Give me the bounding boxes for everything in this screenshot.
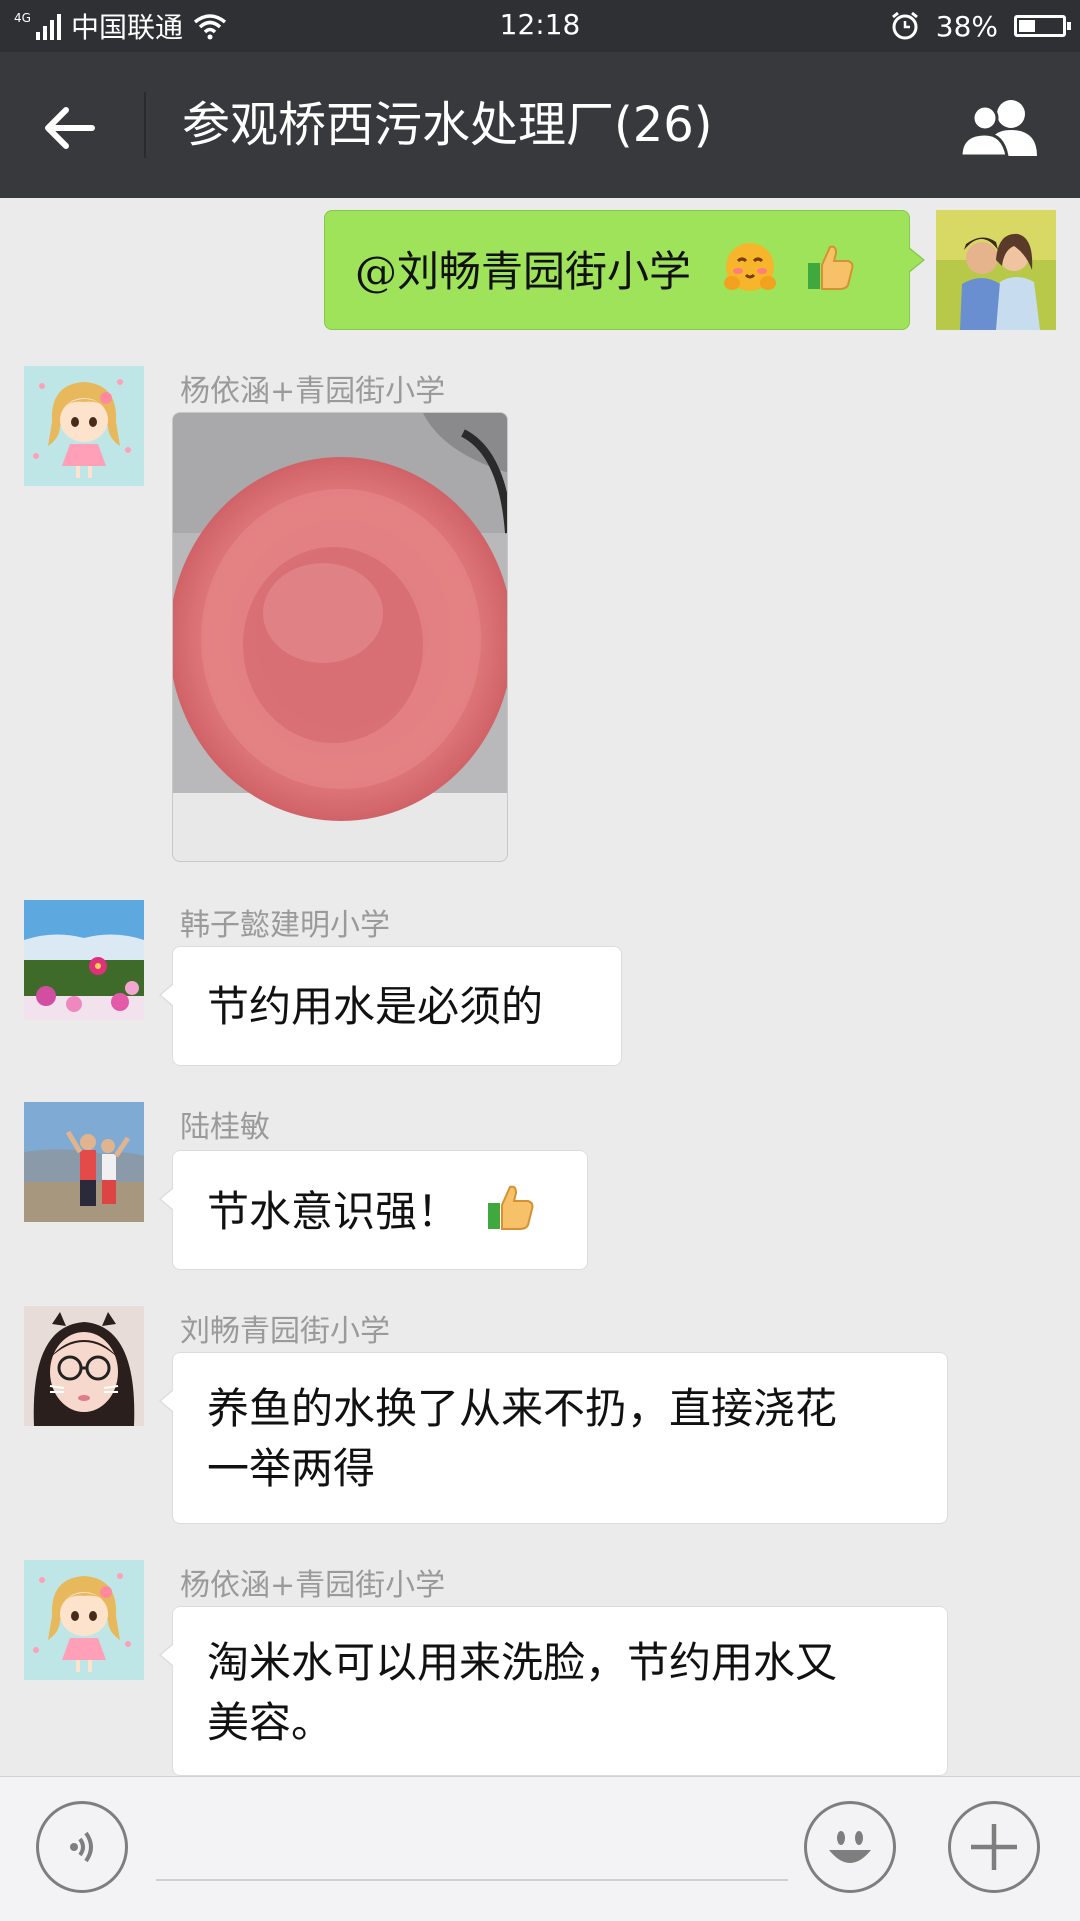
sender-name: 韩子懿建明小学 — [180, 908, 390, 943]
message-line: 一举两得 — [207, 1444, 376, 1493]
message-text: @刘畅青园街小学 — [355, 247, 692, 296]
status-right: 38% — [890, 6, 1071, 46]
battery-percent: 38% — [935, 9, 998, 43]
more-actions-button[interactable] — [948, 1801, 1040, 1893]
message-text: 节水意识强！ — [207, 1187, 460, 1236]
chat-title: 参观桥西污水处理厂(26) — [182, 97, 713, 153]
message-text: 节约用水是必须的 — [207, 982, 544, 1031]
status-bar: 4G 中国联通 12:18 38% — [0, 0, 1080, 52]
message-line: 养鱼的水换了从来不扔，直接浇花 — [207, 1384, 838, 1433]
hug-face-emoji — [722, 239, 778, 311]
message-bubble[interactable]: 养鱼的水换了从来不扔，直接浇花 一举两得 — [159, 1352, 948, 1524]
sender-avatar[interactable] — [24, 1560, 144, 1680]
arrow-left-icon — [45, 107, 95, 149]
sender-name: 杨依涵+青园街小学 — [180, 374, 446, 409]
sender-avatar[interactable] — [24, 1306, 144, 1426]
battery-icon — [1014, 15, 1071, 37]
group-members-icon — [959, 100, 1037, 158]
pink-plastic-basin-photo — [173, 413, 507, 861]
sender-avatar[interactable] — [24, 1102, 144, 1222]
plus-icon — [971, 1824, 1017, 1870]
sender-name: 陆桂敏 — [180, 1110, 270, 1145]
sender-avatar[interactable] — [24, 366, 144, 486]
smiley-icon — [829, 1831, 871, 1863]
emoji-button[interactable] — [804, 1801, 896, 1893]
battery-level-fill — [1019, 20, 1035, 32]
own-message-bubble[interactable]: @刘畅青园街小学 — [324, 210, 925, 330]
header-divider — [144, 92, 146, 158]
message-bubble[interactable]: 节约用水是必须的 — [159, 946, 622, 1066]
alarm-clock-icon — [891, 11, 918, 40]
thumbs-up-emoji — [804, 241, 856, 309]
message-line: 美容。 — [207, 1698, 334, 1747]
voice-input-icon — [70, 1831, 93, 1863]
message-line: 淘米水可以用来洗脸，节约用水又 — [207, 1638, 838, 1687]
input-bar — [0, 1776, 1080, 1921]
group-members-button[interactable] — [956, 92, 1042, 162]
message-input[interactable] — [156, 1873, 788, 1881]
sender-name: 刘畅青园街小学 — [180, 1314, 390, 1349]
chat-header: 参观桥西污水处理厂(26) — [0, 52, 1080, 198]
sender-avatar[interactable] — [24, 900, 144, 1020]
voice-input-button[interactable] — [36, 1801, 128, 1893]
own-avatar[interactable] — [936, 210, 1056, 330]
message-bubble[interactable]: 节水意识强！ — [159, 1150, 588, 1270]
photo-message[interactable] — [172, 412, 508, 862]
message-bubble[interactable]: 淘米水可以用来洗脸，节约用水又 美容。 — [159, 1606, 948, 1776]
sender-name: 杨依涵+青园街小学 — [180, 1568, 446, 1603]
thumbs-up-emoji — [484, 1181, 536, 1249]
back-button[interactable] — [30, 88, 110, 168]
